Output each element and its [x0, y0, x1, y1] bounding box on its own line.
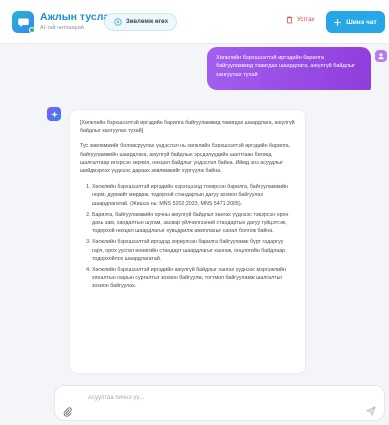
list-item: Хөгжлийн бэрхшээлтэй иргэдийн хэрэгцээнд… [92, 183, 296, 208]
user-message-text: Хөгжлийн бэрхшээлтэй иргэдийн барилга ба… [216, 55, 356, 78]
online-status-dot [29, 27, 35, 33]
app-header: Ажлын туслах AI-тай чатлаарай Зөвлөмж өг… [0, 0, 389, 44]
bot-message-quote: [Хөгжлийн бэрхшээлтэй иргэдийн барилга б… [80, 120, 295, 135]
bot-message-intro: Тус зөвлөмжийг боловсруулах үндэслэл нь … [80, 143, 291, 175]
list-item: Барилга, байгууламжийн орчны аюулгүй бай… [92, 211, 296, 236]
sparkle-icon [114, 18, 122, 26]
message-input[interactable] [88, 392, 328, 404]
send-icon[interactable] [366, 406, 376, 416]
bot-message-card: [Хөгжлийн бэрхшээлтэй иргэдийн барилга б… [69, 109, 306, 374]
plus-icon [334, 18, 342, 26]
list-item: Хөгжлийн бэрхшээлтэй иргэдэд зориулсан б… [92, 238, 296, 263]
user-icon [375, 50, 387, 62]
guide-button[interactable]: Зөвлөмж өгөх [104, 13, 177, 31]
new-chat-button-label: Шинэ чат [346, 18, 377, 26]
paperclip-icon[interactable] [63, 407, 72, 417]
list-item: Хөгжлийн бэрхшээлтэй иргэдийн аюулгүй ба… [92, 266, 296, 291]
delete-button[interactable]: Устгах [286, 16, 315, 24]
user-message-bubble: Хөгжлийн бэрхшээлтэй иргэдийн барилга ба… [207, 47, 371, 90]
message-composer [54, 385, 385, 421]
delete-button-label: Устгах [297, 17, 315, 23]
trash-icon [286, 16, 293, 24]
guide-button-label: Зөвлөмж өгөх [126, 19, 169, 25]
recommendation-list: Хөгжлийн бэрхшээлтэй иргэдийн хэрэгцээнд… [80, 183, 296, 290]
new-chat-button[interactable]: Шинэ чат [326, 11, 385, 33]
app-status: AI-тай чатлаарай [40, 25, 84, 31]
bot-icon [47, 107, 61, 121]
